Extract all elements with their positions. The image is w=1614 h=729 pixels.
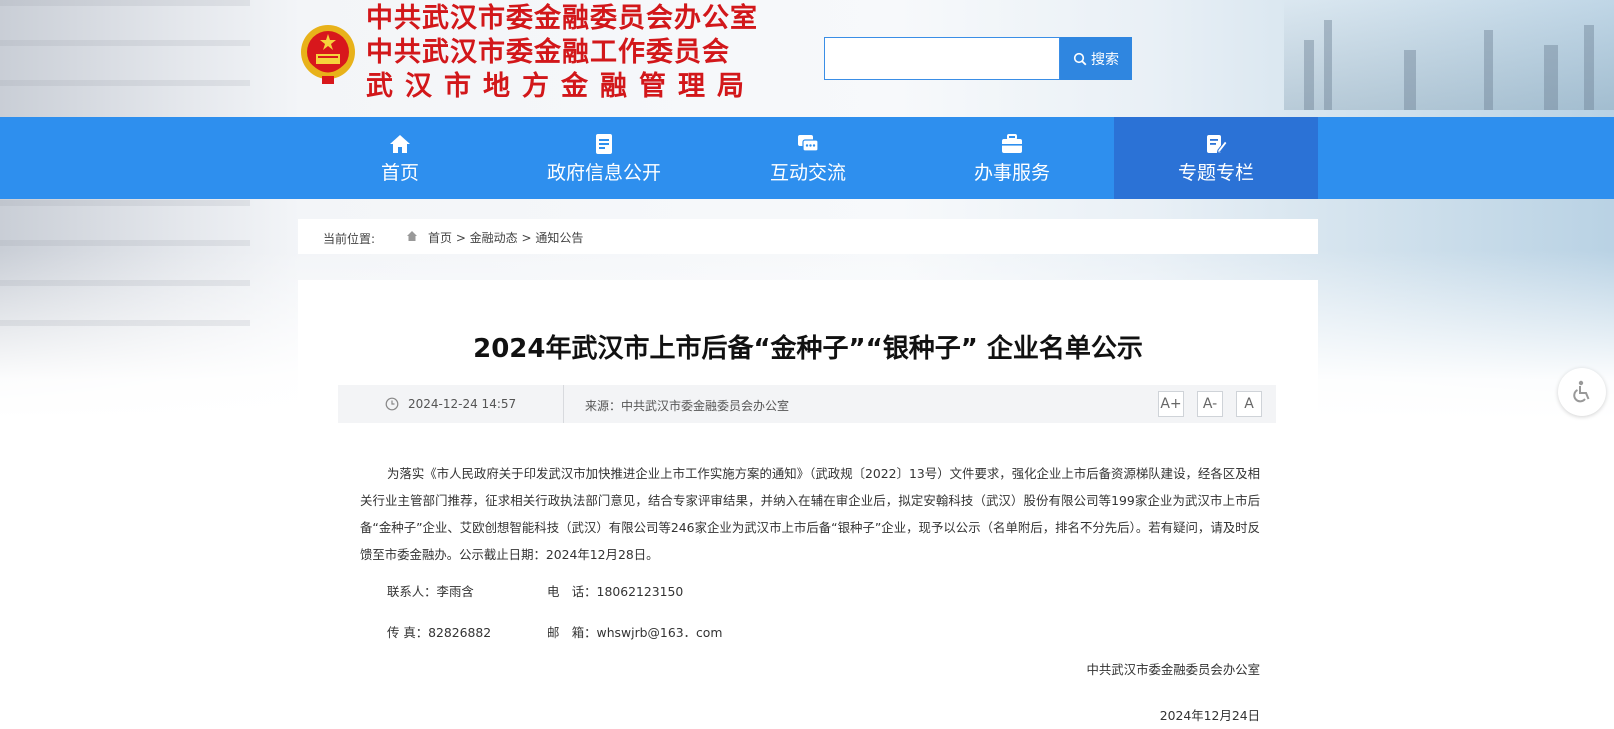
nav-item-services[interactable]: 办事服务 xyxy=(910,117,1114,199)
breadcrumb-prefix: 当前位置: xyxy=(323,232,376,246)
breadcrumb: 当前位置: 首页 > 金融动态 > 通知公告 xyxy=(298,219,1318,254)
nav-item-home[interactable]: 首页 xyxy=(298,117,502,199)
publish-date: 2024-12-24 14:57 xyxy=(408,397,517,411)
contact-person: 联系人：李雨含 xyxy=(387,584,474,599)
article-sign-date: 2024年12月24日 xyxy=(1159,708,1260,723)
font-size-reset-label: A xyxy=(1244,396,1254,412)
article-paragraph: 为落实《市人民政府关于印发武汉市加快推进企业上市工作实施方案的通知》（武政规〔2… xyxy=(360,466,1260,562)
contact-fax: 传 真：82826882 xyxy=(387,625,492,640)
nav-item-label: 办事服务 xyxy=(973,162,1050,184)
font-size-reset-button[interactable]: A xyxy=(1236,391,1262,417)
font-size-decrease-button[interactable]: A- xyxy=(1197,391,1223,417)
article-signature: 中共武汉市委金融委员会办公室 xyxy=(1086,662,1260,677)
font-size-decrease-label: A- xyxy=(1202,396,1218,412)
nav-item-gov-info[interactable]: 政府信息公开 xyxy=(502,117,706,199)
article-title: 2024年武汉市上市后备“金种子”“银种子” 企业名单公示 xyxy=(473,334,1143,364)
nav-item-interaction[interactable]: 互动交流 xyxy=(706,117,910,199)
home-icon xyxy=(390,135,410,153)
search-button[interactable]: 搜索 xyxy=(1060,37,1132,80)
contact-phone: 电 话：18062123150 xyxy=(547,584,684,599)
article-source: 来源：中共武汉市委金融委员会办公室 xyxy=(585,399,790,413)
briefcase-icon xyxy=(1002,134,1022,153)
chat-icon xyxy=(798,135,819,152)
home-icon xyxy=(407,231,417,241)
site-title-line-1: 中共武汉市委金融委员会办公室 xyxy=(366,3,758,34)
document-icon xyxy=(596,134,612,154)
font-size-increase-button[interactable]: A+ xyxy=(1158,391,1184,417)
site-title-line-3: 武汉市地方金融管理局 xyxy=(366,71,756,102)
accessibility-button[interactable] xyxy=(1558,368,1606,416)
search-input[interactable] xyxy=(824,37,1060,80)
edit-icon xyxy=(1207,135,1228,154)
meta-divider xyxy=(563,385,564,423)
national-emblem-icon xyxy=(301,25,355,84)
site-title-line-2: 中共武汉市委金融工作委员会 xyxy=(366,37,730,68)
search-button-label: 搜索 xyxy=(1091,51,1119,68)
clock-icon xyxy=(385,397,399,411)
site-title: 中共武汉市委金融委员会办公室 中共武汉市委金融工作委员会 武汉市地方金融管理局 xyxy=(366,2,758,104)
article-meta: 2024-12-24 14:57 来源：中共武汉市委金融委员会办公室 A+ A-… xyxy=(338,385,1276,423)
site-header: 中共武汉市委金融委员会办公室 中共武汉市委金融工作委员会 武汉市地方金融管理局 … xyxy=(0,0,1614,114)
nav-item-label: 政府信息公开 xyxy=(546,162,661,184)
main-nav: 首页 政府信息公开 互动交流 办事服务 专题专栏 xyxy=(0,117,1614,199)
nav-item-label: 互动交流 xyxy=(769,162,846,184)
contact-email: 邮 箱：whswjrb@163．com xyxy=(547,625,723,640)
font-size-increase-label: A+ xyxy=(1160,396,1182,412)
article: 2024年武汉市上市后备“金种子”“银种子” 企业名单公示 2024-12-24… xyxy=(298,280,1318,729)
article-body: 为落实《市人民政府关于印发武汉市加快推进企业上市工作实施方案的通知》（武政规〔2… xyxy=(360,460,1260,568)
breadcrumb-path[interactable]: 首页 > 金融动态 > 通知公告 xyxy=(428,229,583,246)
nav-item-special-topics[interactable]: 专题专栏 xyxy=(1114,117,1318,199)
wheelchair-icon xyxy=(1573,380,1590,403)
search-icon xyxy=(1073,52,1087,65)
contact-info: 联系人：李雨含 电 话：18062123150 传 真：82826882 邮 箱… xyxy=(387,582,887,664)
nav-item-label: 首页 xyxy=(380,162,419,184)
nav-item-label: 专题专栏 xyxy=(1177,162,1254,184)
